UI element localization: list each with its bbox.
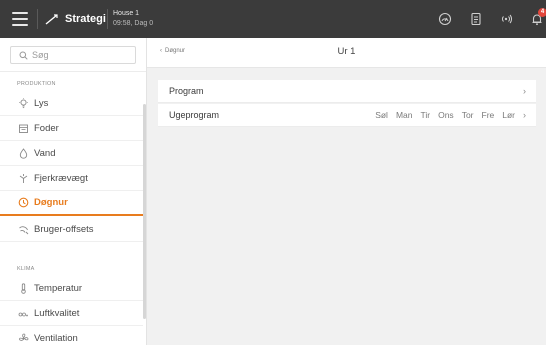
divider: [0, 71, 146, 72]
feed-icon: [17, 122, 29, 134]
offset-icon: [17, 223, 29, 235]
sidebar-item-ventilation[interactable]: Ventilation: [0, 326, 143, 345]
sidebar-item-label: Fjerkrævægt: [34, 172, 88, 184]
topbar-divider: [107, 9, 108, 29]
thermometer-icon: [17, 282, 29, 294]
strategy-label: Strategi: [65, 13, 106, 25]
sidebar-item-label: Luftkvalitet: [34, 307, 80, 319]
document-icon[interactable]: [469, 12, 483, 26]
light-bulb-icon: [17, 97, 29, 109]
fan-icon: [17, 332, 29, 344]
water-drop-icon: [17, 147, 29, 159]
content-header: ‹ Døgnur Ur 1: [147, 38, 546, 68]
house-name: House 1: [113, 10, 140, 17]
program-row[interactable]: Program ›: [158, 80, 536, 103]
sidebar: PRODUKTION Lys Foder Vand Fjerkrævægt Dø…: [0, 38, 147, 345]
day-sunday: Søl: [375, 110, 388, 120]
topbar-divider: [37, 9, 38, 29]
sidebar-item-label: Døgnur: [34, 197, 68, 208]
sidebar-item-label: Lys: [34, 97, 49, 109]
air-quality-icon: [17, 307, 29, 319]
sidebar-item-bruger-offsets[interactable]: Bruger-offsets: [0, 217, 143, 242]
sidebar-item-temperatur[interactable]: Temperatur: [0, 276, 143, 301]
sidebar-item-label: Bruger-offsets: [34, 223, 94, 235]
house-selector[interactable]: House 1 09:58, Dag 0: [113, 9, 153, 29]
sidebar-item-label: Temperatur: [34, 282, 83, 294]
sidebar-scrollbar[interactable]: [143, 104, 146, 319]
section-label-klima: KLIMA: [17, 266, 35, 272]
search-icon: [19, 51, 28, 60]
clock-icon: [17, 197, 29, 209]
chevron-right-icon: ›: [523, 110, 526, 120]
sidebar-item-label: Foder: [34, 122, 59, 134]
hamburger-menu-icon[interactable]: [12, 12, 28, 26]
strategy-button[interactable]: Strategi: [45, 11, 106, 27]
sidebar-item-lys[interactable]: Lys: [0, 91, 143, 116]
weight-icon: [17, 172, 29, 184]
section-label-production: PRODUKTION: [17, 81, 56, 87]
day-thursday: Tor: [461, 110, 474, 120]
sidebar-item-label: Ventilation: [34, 332, 78, 344]
sidebar-item-luftkvalitet[interactable]: Luftkvalitet: [0, 301, 143, 326]
broadcast-icon[interactable]: [499, 12, 513, 26]
sidebar-item-fjerkraevaegt[interactable]: Fjerkrævægt: [0, 166, 143, 191]
program-label: Program: [169, 86, 204, 96]
weekly-program-row[interactable]: Ugeprogram Søl Man Tir Ons Tor Fre Lør ›: [158, 104, 536, 127]
gauge-icon[interactable]: [438, 12, 452, 26]
search-input[interactable]: [32, 50, 122, 60]
sidebar-item-foder[interactable]: Foder: [0, 116, 143, 141]
trend-line-icon: [45, 14, 58, 25]
weekly-program-label: Ugeprogram: [169, 110, 220, 120]
day-friday: Fre: [481, 110, 495, 120]
day-saturday: Lør: [502, 110, 515, 120]
notification-badge: 4: [538, 8, 546, 17]
top-bar: Strategi House 1 09:58, Dag 0 4: [0, 0, 546, 38]
day-wednesday: Ons: [438, 110, 454, 120]
sidebar-item-dognur[interactable]: Døgnur: [0, 191, 143, 216]
sidebar-item-label: Vand: [34, 147, 56, 159]
sidebar-item-vand[interactable]: Vand: [0, 141, 143, 166]
day-monday: Man: [395, 110, 413, 120]
search-box[interactable]: [10, 46, 136, 64]
day-tuesday: Tir: [420, 110, 431, 120]
page-title: Ur 1: [337, 46, 356, 57]
house-time: 09:58, Dag 0: [113, 20, 154, 27]
chevron-right-icon: ›: [523, 86, 526, 96]
